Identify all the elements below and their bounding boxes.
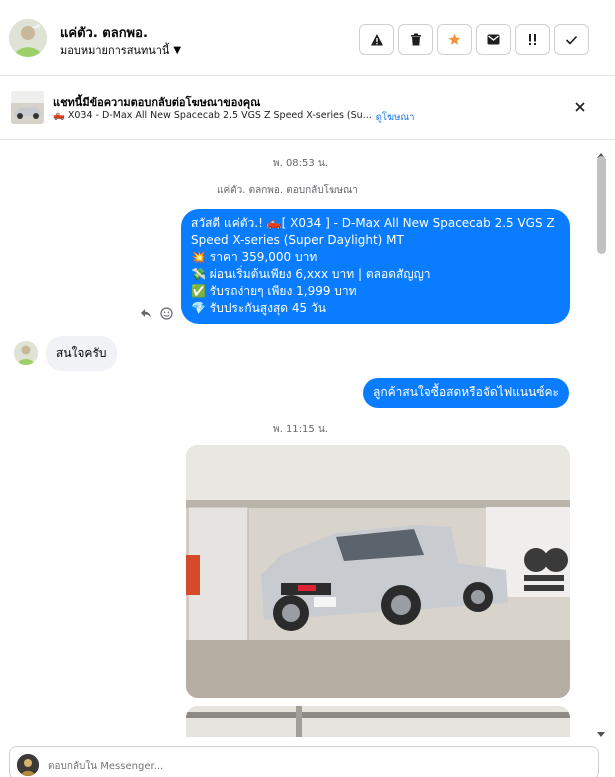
message-thread[interactable]: พ. 08:53 น. แค่ตัว. ตลกพอ. ตอบกลับโฆษณา … bbox=[0, 141, 615, 737]
outgoing-message[interactable]: สวัสดี แค่ตัว.! 🛻[ X034 ] - D-Max All Ne… bbox=[181, 209, 570, 324]
caret-down-icon: ▼ bbox=[173, 44, 182, 56]
follow-up-button[interactable] bbox=[515, 24, 550, 55]
outgoing-message[interactable]: ลูกค้าสนใจซื้อสดหรือจัดไฟแนนซ์คะ bbox=[363, 378, 569, 408]
ad-info-line: 🛻 X034 - D-Max All New Spacecab 2.5 VGS … bbox=[53, 110, 414, 125]
incoming-message[interactable]: สนใจครับ bbox=[46, 336, 117, 371]
star-icon bbox=[448, 33, 461, 45]
scrollbar-thumb[interactable] bbox=[597, 156, 606, 254]
contact-avatar[interactable] bbox=[9, 19, 47, 57]
close-icon bbox=[575, 102, 585, 112]
reply-input[interactable] bbox=[48, 759, 568, 773]
conversation-header: แค่ตัว. ตลกพอ. มอบหมายการสนทนานี้ ▼ bbox=[0, 0, 615, 76]
car-photo-2[interactable] bbox=[186, 706, 570, 737]
message-line: 💸 ผ่อนเริ่มต้นเพียง 6,xxx บาท | ตลอดสัญญ… bbox=[191, 267, 431, 281]
mark-done-button[interactable] bbox=[554, 24, 589, 55]
message-line: 💎 รับประกันสูงสุด 45 วัน bbox=[191, 301, 326, 315]
check-icon bbox=[565, 35, 578, 45]
contact-avatar-small[interactable] bbox=[14, 341, 38, 365]
assign-label: มอบหมายการสนทนานี้ bbox=[60, 44, 170, 57]
message-line: Speed X-series (Super Daylight) MT bbox=[191, 233, 404, 247]
ad-text: 🛻 X034 - D-Max All New Spacecab 2.5 VGS … bbox=[53, 110, 372, 121]
reply-icon[interactable] bbox=[140, 308, 152, 319]
car-photo[interactable] bbox=[186, 445, 570, 698]
page-avatar bbox=[17, 754, 39, 776]
mail-icon bbox=[487, 34, 500, 45]
timestamp: พ. 08:53 น. bbox=[273, 158, 328, 169]
mark-unread-button[interactable] bbox=[476, 24, 511, 55]
ad-thumbnail[interactable] bbox=[11, 91, 44, 124]
ad-reply-banner: แชทนี้มีข้อความตอบกลับต่อโฆษณาของคุณ 🛻 X… bbox=[0, 76, 615, 140]
message-line: สวัสดี แค่ตัว.! 🛻[ X034 ] - D-Max All Ne… bbox=[191, 216, 555, 230]
contact-name[interactable]: แค่ตัว. ตลกพอ. bbox=[60, 22, 148, 43]
warning-icon bbox=[370, 33, 383, 45]
emoji-react-icon[interactable] bbox=[160, 307, 173, 320]
ad-banner-title: แชทนี้มีข้อความตอบกลับต่อโฆษณาของคุณ bbox=[53, 96, 261, 109]
delete-button[interactable] bbox=[398, 24, 433, 55]
assign-conversation-dropdown[interactable]: มอบหมายการสนทนานี้ ▼ bbox=[60, 41, 181, 59]
star-button[interactable] bbox=[437, 24, 472, 55]
ad-reply-note: แค่ตัว. ตลกพอ. ตอบกลับโฆษณา bbox=[217, 185, 358, 196]
priority-icon bbox=[528, 34, 536, 45]
trash-icon bbox=[410, 33, 421, 46]
timestamp: พ. 11:15 น. bbox=[273, 424, 328, 435]
mark-spam-button[interactable] bbox=[359, 24, 394, 55]
conversation-toolbar bbox=[359, 24, 589, 55]
view-ad-link[interactable]: ดูโฆษณา bbox=[376, 110, 415, 125]
message-line: 💥 ราคา 359,000 บาท bbox=[191, 250, 318, 264]
message-line: ✅ รับรถง่ายๆ เพียง 1,999 บาท bbox=[191, 284, 357, 298]
close-banner-button[interactable] bbox=[572, 99, 588, 115]
message-actions bbox=[140, 307, 173, 320]
